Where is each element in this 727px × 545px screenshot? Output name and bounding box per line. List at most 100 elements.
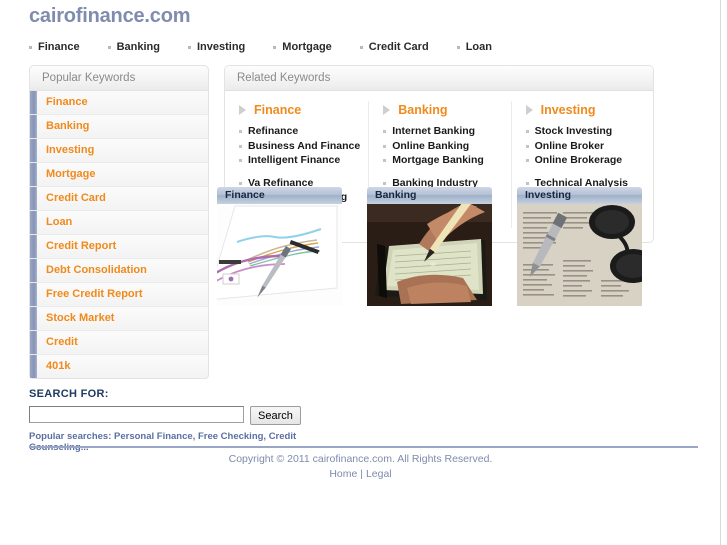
bullet-icon <box>239 159 242 163</box>
sidebar-item-label[interactable]: Mortgage <box>46 163 96 186</box>
card-image-banking <box>367 204 492 306</box>
accent-bar-icon <box>30 283 37 306</box>
sidebar-item-credit-report[interactable]: Credit Report <box>29 235 209 259</box>
list-item[interactable]: Mortgage Banking <box>383 154 502 168</box>
sidebar-item-label[interactable]: Credit Report <box>46 235 116 258</box>
related-keyword-link[interactable]: Mortgage Banking <box>392 154 484 168</box>
related-keyword-link[interactable]: Online Banking <box>392 140 469 154</box>
card-image-investing <box>517 204 642 306</box>
related-heading-label[interactable]: Banking <box>398 103 447 117</box>
sidebar-item-label[interactable]: Credit <box>46 331 78 354</box>
nav-item-credit-card[interactable]: Credit Card <box>359 41 429 53</box>
nav-item-finance[interactable]: Finance <box>29 41 80 53</box>
footer-copyright: Copyright © 2011 cairofinance.com. All R… <box>228 453 493 465</box>
list-item[interactable]: Internet Banking <box>383 125 502 139</box>
sidebar-item-investing[interactable]: Investing <box>29 139 209 163</box>
bullet-icon <box>239 130 242 134</box>
related-heading-label[interactable]: Investing <box>541 103 596 117</box>
footer-link-home[interactable]: Home <box>329 468 357 480</box>
sidebar-item-label[interactable]: Investing <box>46 139 94 162</box>
sidebar-item-label[interactable]: Credit Card <box>46 187 106 210</box>
triangle-right-icon <box>525 105 533 115</box>
sidebar-item-label[interactable]: Debt Consolidation <box>46 259 147 282</box>
related-column-heading[interactable]: Finance <box>239 103 360 117</box>
bullet-icon <box>383 181 387 185</box>
bullet-icon <box>239 181 242 185</box>
sidebar-item-label[interactable]: Banking <box>46 115 89 138</box>
bullet-icon <box>239 144 242 148</box>
popular-searches-text[interactable]: Popular searches: Personal Finance, Free… <box>29 431 309 453</box>
search-input[interactable] <box>29 406 244 423</box>
nav-item-banking[interactable]: Banking <box>107 41 160 53</box>
accent-bar-icon <box>30 211 37 234</box>
sidebar-item-label[interactable]: Free Credit Report <box>46 283 143 306</box>
bullet-icon <box>525 159 529 163</box>
bullet-icon <box>273 45 277 49</box>
footer-link-legal[interactable]: Legal <box>366 468 392 480</box>
sidebar-item-label[interactable]: 401k <box>46 355 70 378</box>
sidebar-item-label[interactable]: Finance <box>46 91 88 114</box>
card-title: Finance <box>217 187 342 204</box>
sidebar-item-loan[interactable]: Loan <box>29 211 209 235</box>
card-title: Banking <box>367 187 492 204</box>
sidebar-item-mortgage[interactable]: Mortgage <box>29 163 209 187</box>
list-item[interactable]: Business And Finance <box>239 140 360 154</box>
sidebar-item-banking[interactable]: Banking <box>29 115 209 139</box>
accent-bar-icon <box>30 115 37 138</box>
sidebar-item-debt-consolidation[interactable]: Debt Consolidation <box>29 259 209 283</box>
bullet-icon <box>29 45 32 49</box>
list-item[interactable]: Refinance <box>239 125 360 139</box>
card-finance[interactable]: Finance <box>217 187 342 306</box>
sidebar-item-credit-card[interactable]: Credit Card <box>29 187 209 211</box>
bullet-icon <box>383 144 387 148</box>
related-keyword-link[interactable]: Online Broker <box>535 140 604 154</box>
nav-link-label[interactable]: Mortgage <box>282 41 332 53</box>
related-keyword-link[interactable]: Business And Finance <box>248 140 360 154</box>
nav-link-label[interactable]: Loan <box>466 41 492 53</box>
triangle-right-icon <box>239 105 246 115</box>
related-keyword-link[interactable]: Refinance <box>248 125 298 139</box>
list-item[interactable]: Stock Investing <box>525 125 645 139</box>
related-keyword-link[interactable]: Internet Banking <box>392 125 475 139</box>
list-item[interactable]: Online Banking <box>383 140 502 154</box>
related-column-heading[interactable]: Banking <box>383 103 502 117</box>
sidebar-item-credit[interactable]: Credit <box>29 331 209 355</box>
card-investing[interactable]: Investing <box>517 187 642 306</box>
bullet-icon <box>525 130 529 134</box>
category-cards: Finance Banking Investing <box>217 187 667 306</box>
accent-bar-icon <box>30 307 37 330</box>
nav-item-investing[interactable]: Investing <box>187 41 245 53</box>
sidebar-item-label[interactable]: Stock Market <box>46 307 114 330</box>
nav-link-label[interactable]: Banking <box>117 41 160 53</box>
card-banking[interactable]: Banking <box>367 187 492 306</box>
related-keyword-link[interactable]: Online Brokerage <box>535 154 623 168</box>
related-heading-label[interactable]: Finance <box>254 103 301 117</box>
accent-bar-icon <box>30 235 37 258</box>
nav-item-loan[interactable]: Loan <box>456 41 492 53</box>
list-item[interactable]: Online Brokerage <box>525 154 645 168</box>
list-item[interactable]: Intelligent Finance <box>239 154 360 168</box>
bullet-icon <box>456 45 460 49</box>
related-group-primary: Internet Banking Online Banking Mortgage… <box>383 125 502 168</box>
related-keyword-link[interactable]: Stock Investing <box>535 125 613 139</box>
related-column-heading[interactable]: Investing <box>525 103 645 117</box>
nav-link-label[interactable]: Finance <box>38 41 80 53</box>
top-navigation: Finance Banking Investing Mortgage Credi… <box>29 41 720 53</box>
sidebar-item-401k[interactable]: 401k <box>29 355 209 379</box>
triangle-right-icon <box>383 105 391 115</box>
nav-link-label[interactable]: Credit Card <box>369 41 429 53</box>
search-button[interactable]: Search <box>250 406 301 425</box>
site-logo: cairofinance.com <box>29 5 191 27</box>
nav-item-mortgage[interactable]: Mortgage <box>273 41 332 53</box>
page-container: cairofinance.com Finance Banking Investi… <box>0 0 721 545</box>
footer-divider <box>29 446 698 448</box>
sidebar-item-free-credit-report[interactable]: Free Credit Report <box>29 283 209 307</box>
card-image-finance <box>217 204 342 306</box>
sidebar-item-label[interactable]: Loan <box>46 211 72 234</box>
list-item[interactable]: Online Broker <box>525 140 645 154</box>
related-keyword-link[interactable]: Intelligent Finance <box>248 154 340 168</box>
sidebar-item-finance[interactable]: Finance <box>29 91 209 115</box>
nav-link-label[interactable]: Investing <box>197 41 245 53</box>
bullet-icon <box>359 45 363 49</box>
sidebar-item-stock-market[interactable]: Stock Market <box>29 307 209 331</box>
